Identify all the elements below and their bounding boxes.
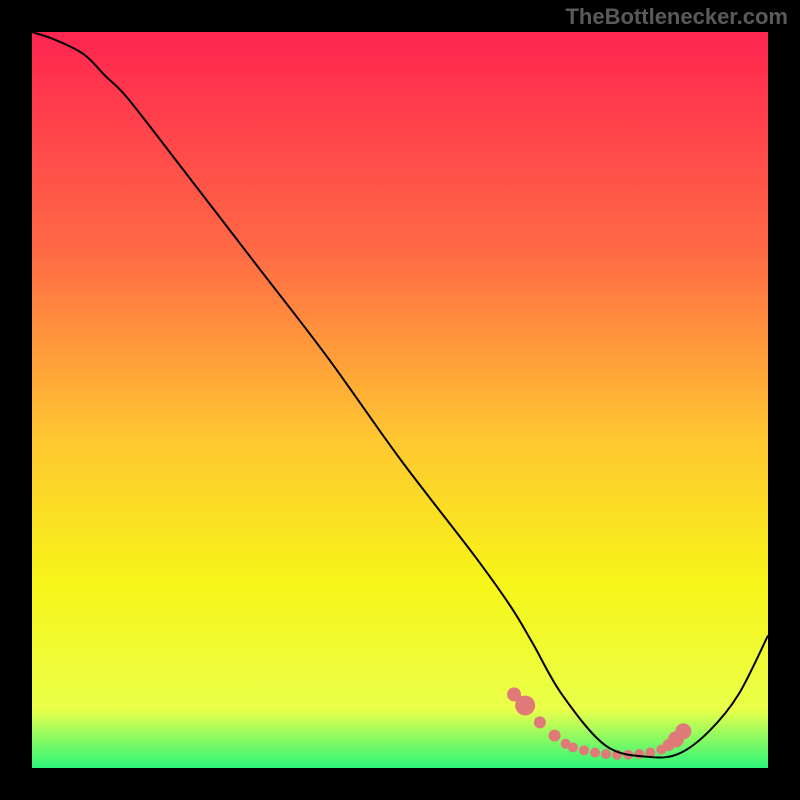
highlight-marker (590, 748, 600, 758)
chart-svg (32, 32, 768, 768)
highlight-marker (568, 742, 578, 752)
plot-area (32, 32, 768, 768)
highlight-marker (601, 749, 611, 759)
highlight-marker (515, 695, 535, 715)
chart-container: TheBottlenecker.com (0, 0, 800, 800)
highlight-marker (675, 723, 691, 739)
gradient-background (32, 32, 768, 768)
highlight-marker (534, 716, 546, 728)
highlight-marker (549, 730, 561, 742)
highlight-marker (634, 749, 644, 759)
highlight-marker (579, 745, 589, 755)
watermark-text: TheBottlenecker.com (565, 4, 788, 30)
